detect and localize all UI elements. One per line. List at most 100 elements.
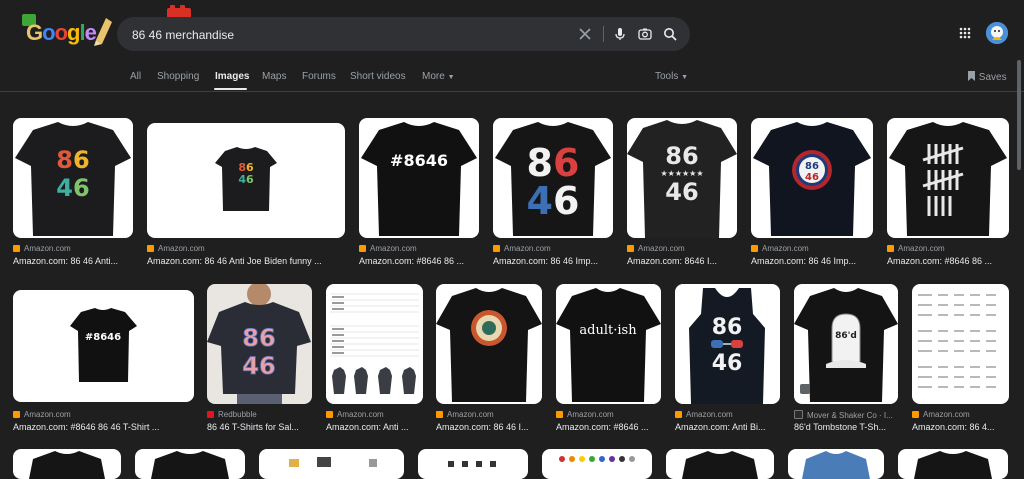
shirt-image	[682, 451, 758, 479]
result-thumbnail[interactable]: #8646	[13, 290, 194, 402]
result-source[interactable]: Amazon.com	[675, 410, 733, 419]
result-title[interactable]: Amazon.com: #8646 86 46 T-Shirt ...	[13, 422, 194, 432]
tab-more-label: More	[422, 71, 445, 82]
result-thumbnail[interactable]	[666, 449, 774, 479]
camera-lens-icon[interactable]	[637, 26, 653, 42]
search-icon[interactable]	[662, 26, 678, 42]
image-result[interactable]: 86'd Mover & Shaker Co · I... 86'd Tombs…	[794, 284, 898, 434]
image-result[interactable]: 86 46 Redbubble 86 46 T-Shirts for Sal..…	[207, 284, 312, 434]
result-source[interactable]: Amazon.com	[493, 244, 551, 253]
image-result[interactable]: 86 46 Amazon.com Amazon.com: 86 46 Imp..…	[493, 118, 613, 268]
result-thumbnail[interactable]: 86 46	[493, 118, 613, 238]
result-title[interactable]: Amazon.com: Anti Bi...	[675, 422, 780, 432]
result-source[interactable]: Amazon.com	[751, 244, 809, 253]
image-result[interactable]: 86 46 Amazon.com Amazon.com: 86 46 Anti.…	[13, 118, 133, 268]
search-input[interactable]	[130, 17, 574, 53]
tab-short-videos[interactable]: Short videos	[350, 71, 406, 82]
result-source[interactable]: Mover & Shaker Co · I...	[794, 410, 893, 420]
result-thumbnail[interactable]: 86'd	[794, 284, 898, 404]
image-result[interactable]: 86 46 Amazon.com Amazon.com: 86 46 Anti …	[147, 118, 345, 268]
tab-all[interactable]: All	[130, 71, 141, 82]
result-source[interactable]: Amazon.com	[436, 410, 494, 419]
scrollbar[interactable]	[1017, 60, 1021, 170]
result-title[interactable]: Amazon.com: 86 46 Imp...	[493, 256, 613, 266]
result-thumbnail[interactable]: 86 46	[13, 118, 133, 238]
result-source[interactable]: Amazon.com	[326, 410, 384, 419]
result-thumbnail[interactable]	[135, 449, 245, 479]
tab-images[interactable]: Images	[215, 71, 249, 82]
apps-grid-icon[interactable]	[959, 27, 971, 39]
tab-forums[interactable]: Forums	[302, 71, 336, 82]
result-thumbnail[interactable]	[326, 284, 423, 404]
svg-text:46: 46	[805, 172, 819, 183]
result-title[interactable]: Amazon.com: Anti ...	[326, 422, 423, 432]
result-thumbnail[interactable]	[259, 449, 404, 479]
svg-text:46: 46	[665, 178, 698, 206]
tab-shopping[interactable]: Shopping	[157, 71, 199, 82]
result-title[interactable]: Amazon.com: #8646 86 ...	[359, 256, 479, 266]
image-result[interactable]: Amazon.com Amazon.com: #8646 86 ...	[887, 118, 1009, 268]
svg-text:#8646: #8646	[390, 151, 448, 170]
result-title[interactable]: Amazon.com: #8646 86 ...	[887, 256, 1009, 266]
result-source[interactable]: Amazon.com	[887, 244, 945, 253]
result-title[interactable]: Amazon.com: 86 4...	[912, 422, 1009, 432]
result-thumbnail[interactable]: 86 46	[675, 284, 780, 404]
saves-button[interactable]: Saves	[967, 71, 1007, 83]
image-result[interactable]: Amazon.com Amazon.com: 86 46 I...	[436, 284, 542, 434]
shirt-image	[914, 451, 992, 479]
result-title[interactable]: Amazon.com: 86 46 I...	[436, 422, 542, 432]
result-title[interactable]: Amazon.com: #8646 ...	[556, 422, 661, 432]
result-thumbnail[interactable]: 86 46	[207, 284, 312, 404]
result-thumbnail[interactable]: 86 46	[751, 118, 873, 238]
result-source[interactable]: Redbubble	[207, 410, 257, 419]
image-result[interactable]: Amazon.com Amazon.com: 86 4...	[912, 284, 1009, 434]
result-thumbnail[interactable]: #8646	[359, 118, 479, 238]
shirt-image	[889, 122, 1007, 236]
result-thumbnail[interactable]	[887, 118, 1009, 238]
result-source[interactable]: Amazon.com	[13, 410, 71, 419]
result-thumbnail[interactable]	[418, 449, 528, 479]
result-source[interactable]: Amazon.com	[627, 244, 685, 253]
result-thumbnail[interactable]: 86 46	[147, 123, 345, 238]
image-result[interactable]: adult·ish Amazon.com Amazon.com: #8646 .…	[556, 284, 661, 434]
microphone-icon[interactable]	[612, 26, 628, 42]
account-avatar[interactable]	[986, 22, 1008, 44]
result-title[interactable]: Amazon.com: 86 46 Anti...	[13, 256, 133, 266]
result-thumbnail[interactable]	[13, 449, 121, 479]
result-source[interactable]: Amazon.com	[147, 244, 205, 253]
result-thumbnail[interactable]	[912, 284, 1009, 404]
amazon-favicon-icon	[147, 245, 154, 252]
image-result[interactable]: Amazon.com Amazon.com: Anti ...	[326, 284, 423, 434]
close-icon[interactable]	[577, 26, 593, 42]
google-doodle-logo[interactable]: Google	[22, 14, 114, 48]
chevron-down-icon: ▼	[681, 74, 689, 81]
image-result[interactable]: 86 46 Amazon.com Amazon.com: Anti Bi...	[675, 284, 780, 434]
image-result[interactable]: 86 ★★★★★★ 46 Amazon.com Amazon.com: 8646…	[627, 118, 737, 268]
tools-button[interactable]: Tools ▼	[655, 71, 688, 82]
result-thumbnail[interactable]	[436, 284, 542, 404]
size-chart-image	[330, 293, 419, 394]
result-title[interactable]: 86'd Tombstone T-Sh...	[794, 422, 898, 432]
tab-more[interactable]: More ▼	[422, 71, 455, 82]
result-thumbnail[interactable]: adult·ish	[556, 284, 661, 404]
result-title[interactable]: Amazon.com: 86 46 Imp...	[751, 256, 873, 266]
result-source[interactable]: Amazon.com	[359, 244, 417, 253]
product-image	[448, 461, 496, 467]
result-title[interactable]: Amazon.com: 86 46 Anti Joe Biden funny .…	[147, 256, 345, 266]
result-title[interactable]: Amazon.com: 8646 I...	[627, 256, 737, 266]
svg-text:#8646: #8646	[85, 332, 121, 343]
result-source[interactable]: Amazon.com	[13, 244, 71, 253]
tab-maps[interactable]: Maps	[262, 71, 286, 82]
result-thumbnail[interactable]	[898, 449, 1008, 479]
image-result[interactable]: #8646 Amazon.com Amazon.com: #8646 86 ..…	[359, 118, 479, 268]
result-thumbnail[interactable]	[542, 449, 652, 479]
result-thumbnail[interactable]	[788, 449, 884, 479]
result-source[interactable]: Amazon.com	[912, 410, 970, 419]
result-thumbnail[interactable]: 86 ★★★★★★ 46	[627, 118, 737, 238]
image-result[interactable]: #8646 Amazon.com Amazon.com: #8646 86 46…	[13, 284, 194, 434]
shirt-image	[436, 288, 542, 402]
result-source[interactable]: Amazon.com	[556, 410, 614, 419]
image-result[interactable]: 86 46 Amazon.com Amazon.com: 86 46 Imp..…	[751, 118, 873, 268]
result-title[interactable]: 86 46 T-Shirts for Sal...	[207, 422, 312, 432]
source-name: Amazon.com	[158, 244, 205, 253]
